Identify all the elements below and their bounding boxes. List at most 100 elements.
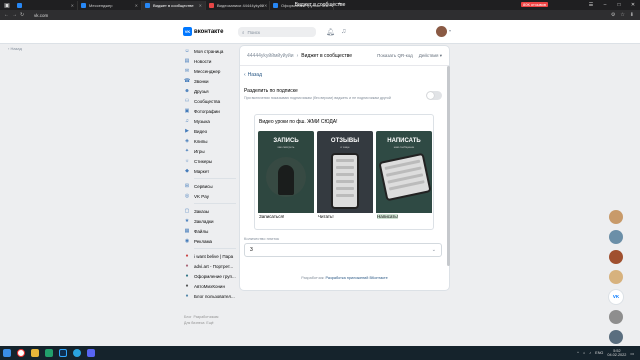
split-by-subscription-toggle[interactable]: [426, 91, 442, 100]
photoshop-icon[interactable]: [56, 346, 70, 360]
menu-item[interactable]: ★ Закладки: [184, 216, 236, 226]
menu-item[interactable]: ◈ Клипы: [184, 136, 236, 146]
close-icon[interactable]: ✕: [135, 3, 138, 8]
close-icon[interactable]: ✕: [199, 3, 202, 8]
network-icon[interactable]: ⌂: [583, 351, 585, 355]
tab-3[interactable]: Виджет в сообществе ✕: [142, 1, 206, 10]
new-tab-plus-icon[interactable]: +: [338, 2, 342, 8]
menu-item[interactable]: ▦ Файлы: [184, 226, 236, 236]
tile-record[interactable]: ЗАПИСЬ как смотреть Записаться!: [258, 131, 314, 221]
minimize-icon[interactable]: –: [598, 0, 612, 10]
chat-avatar[interactable]: [609, 230, 623, 244]
menu-item[interactable]: ⚇ Сообщества: [184, 96, 236, 106]
language-indicator[interactable]: ENG: [595, 351, 603, 355]
menu-item[interactable]: ♫ Музыка: [184, 116, 236, 126]
tab-4[interactable]: Видеозаписи 44444ykyйй ✕: [206, 1, 270, 10]
maximize-icon[interactable]: □: [612, 0, 626, 10]
reviews-label: 80К отзывов: [521, 2, 548, 7]
menu-item[interactable]: ◆ Маркет: [184, 166, 236, 176]
menu-item[interactable]: ▢ Заказы: [184, 206, 236, 216]
menu-item[interactable]: ▣ Фотографии: [184, 106, 236, 116]
url-field[interactable]: vk.com: [34, 13, 48, 18]
menu-item[interactable]: ☼ Стикеры: [184, 156, 236, 166]
menu-item[interactable]: ☻ Друзья: [184, 86, 236, 96]
back-arrow-icon[interactable]: ←: [4, 12, 12, 18]
chevron-left-icon: ‹: [244, 72, 246, 78]
vk-logo[interactable]: VK вконтакте: [183, 27, 223, 36]
search-input[interactable]: ⌕ Поиск: [238, 27, 316, 37]
chat-avatar[interactable]: [609, 250, 623, 264]
menu-item[interactable]: ● i want belive | Пара: [184, 251, 236, 261]
chat-avatar[interactable]: [609, 210, 623, 224]
folder-icon[interactable]: [28, 346, 42, 360]
menu-item[interactable]: ● AвтоМихКонин: [184, 281, 236, 291]
footer-link[interactable]: Ещё: [206, 321, 213, 325]
close-icon[interactable]: ✕: [332, 3, 333, 8]
menu-item[interactable]: ✉ Мессенджер: [184, 66, 236, 76]
reviews-badge[interactable]: 80К отзывов: [521, 2, 548, 8]
bookmarks-icon[interactable]: ☰: [584, 0, 598, 10]
user-icon: ☺: [184, 48, 190, 54]
windows-start-icon[interactable]: [0, 346, 14, 360]
close-icon[interactable]: ✕: [71, 3, 74, 8]
download-icon[interactable]: ⬇: [630, 12, 634, 18]
vk-chat-avatar[interactable]: VK: [609, 290, 623, 304]
menu-item[interactable]: ▤ Новости: [184, 56, 236, 66]
chevron-down-icon[interactable]: ▾: [449, 28, 451, 33]
music-note-icon[interactable]: ♫: [341, 28, 346, 35]
tab-1[interactable]: ✕: [14, 1, 78, 10]
menu-item[interactable]: ▶ Видео: [184, 126, 236, 136]
tile-caption[interactable]: Читать!: [318, 214, 334, 219]
tab-label: Оформление группы. Msi...: [281, 3, 332, 8]
tab-5[interactable]: Оформление группы. Msi...✕: [270, 1, 334, 10]
developer-link[interactable]: Разработка приложений ВКонтакте: [326, 276, 388, 280]
menu-item[interactable]: ● Оформление груп...: [184, 271, 236, 281]
menu-item[interactable]: ● Блог пользовател...: [184, 291, 236, 301]
volume-icon[interactable]: ♪: [589, 351, 591, 355]
preview-title[interactable]: Видео уроки по фш. ЖМИ СЮДА!: [259, 119, 337, 125]
menu-item[interactable]: ◎ VK Pay: [184, 191, 236, 201]
yandex-browser-icon[interactable]: [14, 346, 28, 360]
notifications-icon[interactable]: ▭: [630, 351, 634, 356]
chat-avatar[interactable]: [609, 330, 623, 344]
chevron-up-icon[interactable]: ^: [577, 351, 579, 355]
breadcrumb-group[interactable]: 44444уkуйймйуйуйи: [247, 53, 294, 59]
back-link-far[interactable]: ‹ Назад: [8, 46, 22, 51]
bell-icon[interactable]: 🔔︎: [326, 28, 335, 36]
reload-icon[interactable]: ↻: [20, 12, 28, 18]
tile-reviews[interactable]: ОТЗЫВЫ и чаще Читать!: [317, 131, 373, 221]
avatar[interactable]: [436, 26, 447, 37]
discord-icon[interactable]: [84, 346, 98, 360]
tab-2[interactable]: Мессенджер ✕: [78, 1, 142, 10]
tile-write[interactable]: НАПИСАТЬ нам сообщение Написать!: [376, 131, 432, 221]
back-link[interactable]: ‹ Назад: [244, 72, 262, 78]
chat-avatar[interactable]: [609, 270, 623, 284]
tile-caption[interactable]: Записаться!: [259, 214, 284, 219]
menu-item[interactable]: ✦ Игры: [184, 146, 236, 156]
menu-item[interactable]: ● advi.art - Портрет...: [184, 261, 236, 271]
app-icon[interactable]: [42, 346, 56, 360]
telegram-icon[interactable]: [70, 346, 84, 360]
menu-item[interactable]: ☎ Звонки: [184, 76, 236, 86]
extension-icon[interactable]: ⚙: [611, 12, 615, 18]
footer-link[interactable]: Блог: [184, 315, 192, 319]
menu-item[interactable]: ◉ Реклама: [184, 236, 236, 246]
menu-item[interactable]: ☺ Моя страница: [184, 46, 236, 56]
footer-link[interactable]: Для бизнеса: [184, 321, 204, 325]
chat-avatar[interactable]: [609, 310, 623, 324]
menu-item[interactable]: ⊞ Сервисы: [184, 181, 236, 191]
actions-menu-button[interactable]: Действия ▾: [419, 53, 442, 59]
star-icon[interactable]: ☆: [620, 12, 624, 18]
clock[interactable]: 5:52 04.02.2022: [607, 349, 626, 358]
tile-caption[interactable]: Написать!: [377, 214, 399, 219]
footer-link[interactable]: Разработчикам: [194, 315, 219, 319]
vk-favicon-icon: [17, 3, 22, 8]
tiles-count-select[interactable]: 3 ⌄: [244, 243, 442, 257]
show-qr-button[interactable]: Показать QR-код: [377, 53, 413, 59]
close-icon[interactable]: ✕: [264, 3, 267, 8]
tiles-count-value: 3: [250, 247, 253, 253]
scrollbar[interactable]: [447, 66, 450, 266]
forward-arrow-icon[interactable]: →: [12, 12, 20, 18]
close-window-icon[interactable]: ✕: [626, 0, 640, 10]
window-menu-icon[interactable]: ▣: [0, 0, 14, 10]
